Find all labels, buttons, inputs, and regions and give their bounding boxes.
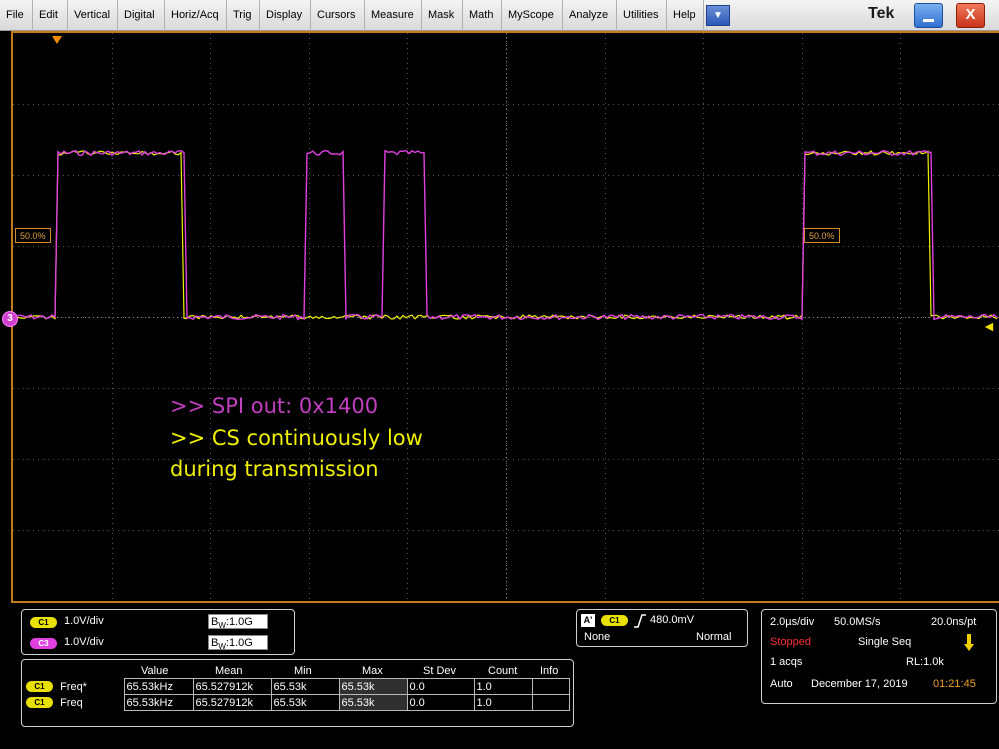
annotation-cs-low: >> CS continuously low <box>170 426 423 450</box>
channel-3-bandwidth[interactable]: BW:1.0G <box>208 635 268 651</box>
meas-info <box>531 678 570 695</box>
trigger-coupling: None <box>584 631 611 643</box>
channel-1-trace <box>13 150 998 320</box>
meas-name: Freq <box>60 696 83 709</box>
menu-help[interactable]: Help <box>667 0 704 31</box>
run-mode: Auto <box>770 678 793 690</box>
menu-cursors[interactable]: Cursors <box>311 0 365 31</box>
waveform-display[interactable]: 50.0% 50.0% ◄ >> SPI out: 0x1400 >> CS c… <box>11 31 999 603</box>
meas-label: C1 Freq* <box>24 679 124 695</box>
meas-header-max: Max <box>362 665 383 677</box>
ref-level-right-tag: 50.0% <box>804 228 840 243</box>
meas-label: C1 Freq <box>24 695 124 711</box>
close-button[interactable]: X <box>956 3 985 28</box>
acquisition-state: Stopped <box>770 636 811 648</box>
menu-utilities[interactable]: Utilities <box>617 0 667 31</box>
meas-max: 65.53k <box>338 694 408 711</box>
meas-min: 65.53k <box>270 678 340 695</box>
menu-measure[interactable]: Measure <box>365 0 422 31</box>
menu-vertical[interactable]: Vertical <box>68 0 118 31</box>
trigger-a-badge: A' <box>581 614 595 627</box>
meas-header-info: Info <box>540 665 559 677</box>
trigger-source-badge: C1 <box>601 615 628 626</box>
chevron-down-icon[interactable]: ▼ <box>706 5 730 26</box>
menu-file[interactable]: File <box>0 0 33 31</box>
meas-header-mean: Mean <box>215 665 243 677</box>
minimize-button[interactable] <box>914 3 943 28</box>
trigger-mode: Normal <box>696 631 732 643</box>
channel-1-badge[interactable]: C1 <box>30 617 57 628</box>
menu-digital[interactable]: Digital <box>118 0 165 31</box>
meas-header-stdev: St Dev <box>423 665 457 677</box>
graticule <box>13 33 999 601</box>
date: December 17, 2019 <box>811 678 908 690</box>
sequence-mode: Single Seq <box>858 636 912 648</box>
meas-count: 1.0 <box>473 694 533 711</box>
measurements-table: C1 Freq* 65.53kHz 65.527912k 65.53k 65.5… <box>24 678 570 711</box>
trigger-status-icon <box>964 634 974 651</box>
meas-stdev: 0.0 <box>406 694 475 711</box>
menu-trig[interactable]: Trig <box>227 0 260 31</box>
tek-logo: Tek <box>868 5 895 22</box>
trigger-position-icon[interactable] <box>52 36 62 44</box>
meas-channel-badge: C1 <box>26 681 53 693</box>
table-row[interactable]: C1 Freq 65.53kHz 65.527912k 65.53k 65.53… <box>24 694 570 711</box>
arrow-left-icon[interactable]: ◄ <box>982 319 996 333</box>
table-row[interactable]: C1 Freq* 65.53kHz 65.527912k 65.53k 65.5… <box>24 678 570 695</box>
channel-settings-panel[interactable]: C1 1.0V/div BW:1.0G C3 1.0V/div BW:1.0G <box>21 609 295 655</box>
trigger-level: 480.0mV <box>650 614 695 626</box>
meas-value: 65.53kHz <box>123 694 194 711</box>
menu-analyze[interactable]: Analyze <box>563 0 617 31</box>
meas-header-count: Count <box>488 665 518 677</box>
menu-bar: File Edit Vertical Digital Horiz/Acq Tri… <box>0 0 999 31</box>
trigger-settings-panel[interactable]: A' C1 480.0mV None Normal <box>576 609 748 647</box>
channel-1-bandwidth[interactable]: BW:1.0G <box>208 614 268 630</box>
meas-name: Freq* <box>60 680 87 693</box>
meas-header-min: Min <box>294 665 312 677</box>
menu-edit[interactable]: Edit <box>33 0 68 31</box>
annotation-spi-out: >> SPI out: 0x1400 <box>170 394 379 418</box>
sample-rate: 50.0MS/s <box>834 616 881 628</box>
menu-display[interactable]: Display <box>260 0 311 31</box>
meas-header-value: Value <box>141 665 169 677</box>
measurements-panel[interactable]: Value Mean Min Max St Dev Count Info C1 … <box>21 659 574 727</box>
acquisition-panel[interactable]: 2.0µs/div 50.0MS/s 20.0ns/pt Stopped Sin… <box>761 609 997 704</box>
acquisition-count: 1 acqs <box>770 656 803 668</box>
minimize-icon <box>923 19 934 22</box>
meas-stdev: 0.0 <box>406 678 475 695</box>
meas-count: 1.0 <box>473 678 533 695</box>
channel-3-trace <box>13 149 998 321</box>
ref-level-left-tag: 50.0% <box>15 228 51 243</box>
meas-value: 65.53kHz <box>123 678 194 695</box>
annotation-during-transmission: during transmission <box>170 457 379 481</box>
meas-mean: 65.527912k <box>192 694 272 711</box>
channel-1-scale: 1.0V/div <box>64 615 104 627</box>
menu-mask[interactable]: Mask <box>422 0 463 31</box>
rising-edge-icon <box>634 614 646 628</box>
meas-mean: 65.527912k <box>192 678 272 695</box>
meas-min: 65.53k <box>270 694 340 711</box>
menu-horiz-acq[interactable]: Horiz/Acq <box>165 0 227 31</box>
time: 01:21:45 <box>933 678 976 690</box>
channel-3-badge[interactable]: C3 <box>30 638 57 649</box>
meas-max: 65.53k <box>338 678 408 695</box>
menu-myscope[interactable]: MyScope <box>502 0 563 31</box>
resolution: 20.0ns/pt <box>931 616 977 628</box>
meas-info <box>531 694 570 711</box>
channel-3-scale: 1.0V/div <box>64 636 104 648</box>
timebase: 2.0µs/div <box>770 616 815 628</box>
menu-math[interactable]: Math <box>463 0 502 31</box>
status-area: C1 1.0V/div BW:1.0G C3 1.0V/div BW:1.0G … <box>0 603 999 749</box>
meas-channel-badge: C1 <box>26 697 53 709</box>
record-length: RL:1.0k <box>906 656 944 668</box>
channel-3-ground-marker[interactable]: 3 <box>2 311 18 327</box>
